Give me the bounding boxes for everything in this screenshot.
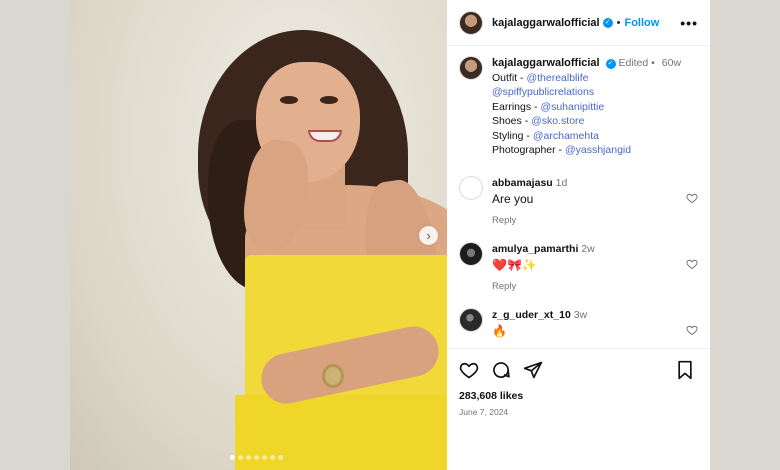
caption-line: Photographer - @yasshjangid <box>492 143 681 158</box>
carousel-dot[interactable] <box>238 455 243 460</box>
likes-count[interactable]: 283,608 likes <box>459 390 698 402</box>
comment-age: 3w <box>573 308 588 321</box>
like-heart-icon[interactable] <box>459 360 479 380</box>
carousel-dots <box>230 455 283 460</box>
post-actions: 283,608 likes June 7, 2024 <box>447 348 710 417</box>
carousel-dot[interactable] <box>278 455 283 460</box>
post-side-panel: kajalaggarwalofficial ✓ • Follow ••• kaj… <box>447 0 710 470</box>
comment-text: Are you <box>492 191 534 206</box>
caption-line-label: Earrings - <box>492 100 541 113</box>
caption-mention-link[interactable]: @spiffypublicrelations <box>492 86 594 98</box>
follow-button[interactable]: Follow <box>624 17 659 29</box>
caption-line: Outfit - @therealblife <box>492 71 681 86</box>
like-comment-heart-icon[interactable] <box>686 258 698 270</box>
edited-label: Edited <box>618 57 649 69</box>
caption-body: kajalaggarwalofficial ✓ Edited • 60w Out… <box>492 56 681 158</box>
commenter-avatar[interactable] <box>459 241 483 266</box>
post-date: June 7, 2024 <box>459 407 509 417</box>
like-comment-heart-icon[interactable] <box>686 324 698 336</box>
comment-text: ❤️🎀✨ <box>492 257 537 272</box>
header-dot-separator: • <box>616 16 621 29</box>
photo-watch <box>322 364 344 388</box>
comment-age: 2w <box>581 242 595 255</box>
comment-age: 1d <box>555 176 568 189</box>
carousel-dot[interactable] <box>262 455 267 460</box>
commenter-username[interactable]: abbamajasu <box>492 177 553 189</box>
caption-mention-link[interactable]: @therealblife <box>526 72 588 84</box>
action-icons <box>459 359 698 381</box>
caption-line: Styling - @archamehta <box>492 129 681 144</box>
caption-line-label: Photographer - <box>492 144 565 156</box>
carousel-dot[interactable] <box>270 455 275 460</box>
carousel-dot[interactable] <box>246 455 251 460</box>
post-caption: kajalaggarwalofficial ✓ Edited • 60w Out… <box>447 46 710 158</box>
caption-text: Outfit - @therealblife @spiffypublicrelat… <box>492 71 681 158</box>
photo-eye <box>280 96 298 104</box>
caption-mention-link[interactable]: @archamehta <box>533 130 599 142</box>
caption-mention-link[interactable]: @suhanipittie <box>540 101 604 113</box>
caption-line: Earrings - @suhanipittie <box>492 100 681 115</box>
caption-age: 60w <box>661 57 682 69</box>
comments-section[interactable]: kajalaggarwalofficial ✓ Edited • 60w Out… <box>447 46 710 348</box>
comment-bubble-icon[interactable] <box>491 360 511 380</box>
author-avatar[interactable] <box>459 10 483 35</box>
comment-text: 🔥 <box>492 323 507 338</box>
comment-item: abbamajasu 1d Are you Reply <box>447 175 710 228</box>
caption-line: @spiffypublicrelations <box>492 85 681 100</box>
caption-line-label: Outfit - <box>492 71 527 84</box>
verified-badge-icon: ✓ <box>602 17 613 28</box>
reply-button[interactable]: Reply <box>492 213 567 228</box>
commenter-username[interactable]: z_g_uder_xt_10 <box>492 309 571 321</box>
carousel-next-button[interactable]: › <box>419 226 438 245</box>
caption-mention-link[interactable]: @yasshjangid <box>565 144 631 156</box>
share-send-icon[interactable] <box>523 360 543 380</box>
caption-mention-link[interactable]: @sko.store <box>531 115 584 127</box>
caption-dot-separator: • <box>651 57 655 69</box>
carousel-dot[interactable] <box>230 455 235 460</box>
caption-author-avatar[interactable] <box>459 56 483 80</box>
caption-username[interactable]: kajalaggarwalofficial <box>492 57 600 69</box>
author-username[interactable]: kajalaggarwalofficial <box>492 17 600 29</box>
reply-button[interactable]: Reply <box>492 279 595 294</box>
caption-line-label: Shoes - <box>492 115 532 127</box>
carousel-dot[interactable] <box>254 455 259 460</box>
post-header: kajalaggarwalofficial ✓ • Follow ••• <box>447 0 710 46</box>
post-photo[interactable] <box>70 0 447 470</box>
commenter-avatar[interactable] <box>459 175 483 200</box>
comment-item: z_g_uder_xt_10 3w 🔥 <box>447 307 710 339</box>
commenter-avatar[interactable] <box>459 307 483 332</box>
commenter-username[interactable]: amulya_pamarthi <box>492 243 578 255</box>
comment-item: amulya_pamarthi 2w ❤️🎀✨ Reply <box>447 241 710 294</box>
save-bookmark-icon[interactable] <box>676 360 694 380</box>
more-options-icon[interactable]: ••• <box>680 15 698 31</box>
verified-badge-icon: ✓ <box>605 59 616 69</box>
caption-line-label: Styling - <box>492 129 533 142</box>
like-comment-heart-icon[interactable] <box>686 192 698 204</box>
photo-eye <box>320 96 338 104</box>
caption-line: Shoes - @sko.store <box>492 114 681 129</box>
